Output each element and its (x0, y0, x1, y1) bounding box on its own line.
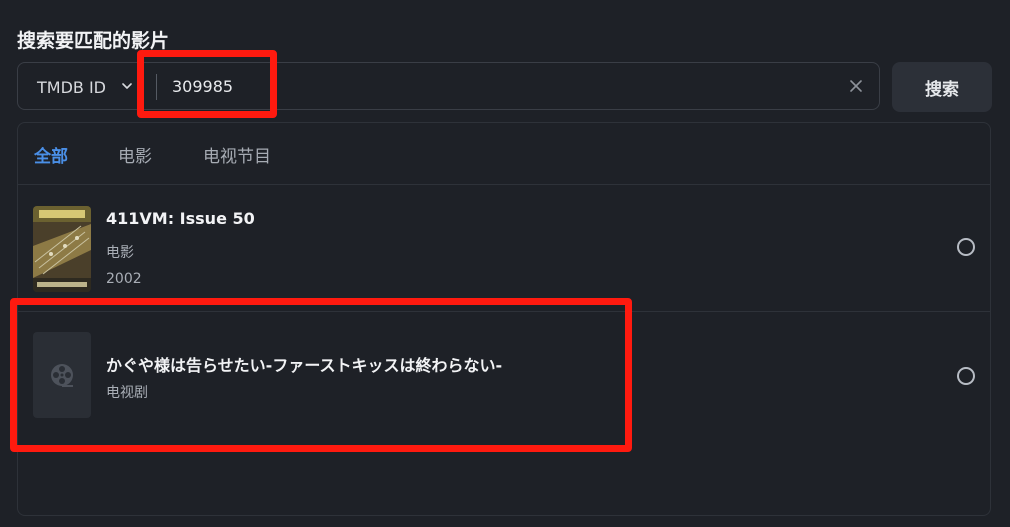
result-year: 2002 (106, 271, 142, 287)
film-reel-icon (51, 364, 73, 387)
poster-placeholder (33, 332, 91, 418)
results-panel: 全部 电影 电视节目 411VM: Issue 50 电影 2002 かぐや様は… (17, 122, 991, 516)
result-type: 电视剧 (106, 385, 148, 401)
tab-tv-shows[interactable]: 电视节目 (203, 142, 271, 167)
select-radio[interactable] (957, 238, 975, 256)
select-divider (156, 74, 157, 100)
tab-all[interactable]: 全部 (34, 142, 68, 167)
search-input[interactable] (172, 63, 832, 109)
search-button[interactable]: 搜索 (892, 62, 992, 112)
select-radio[interactable] (957, 367, 975, 385)
match-dialog: 搜索要匹配的影片 TMDB ID 搜索 全部 电影 电视节目 (0, 0, 1010, 527)
section-title: 搜索要匹配的影片 (17, 30, 170, 52)
tab-movies[interactable]: 电影 (118, 142, 152, 167)
result-title: 411VM: Issue 50 (106, 209, 255, 228)
chevron-down-icon (122, 83, 132, 89)
category-tabs: 全部 电影 电视节目 (18, 123, 990, 185)
poster-image (33, 206, 91, 292)
result-type: 电影 (106, 245, 134, 261)
search-bar: TMDB ID (17, 62, 880, 110)
result-item[interactable]: かぐや様は告らせたい-ファーストキッスは終わらない- 电视剧 (18, 313, 990, 441)
result-title: かぐや様は告らせたい-ファーストキッスは終わらない- (106, 356, 503, 375)
clear-icon[interactable] (848, 78, 864, 94)
result-item[interactable]: 411VM: Issue 50 电影 2002 (18, 185, 990, 312)
id-type-select[interactable]: TMDB ID (18, 63, 156, 109)
id-type-select-value: TMDB ID (37, 78, 106, 97)
